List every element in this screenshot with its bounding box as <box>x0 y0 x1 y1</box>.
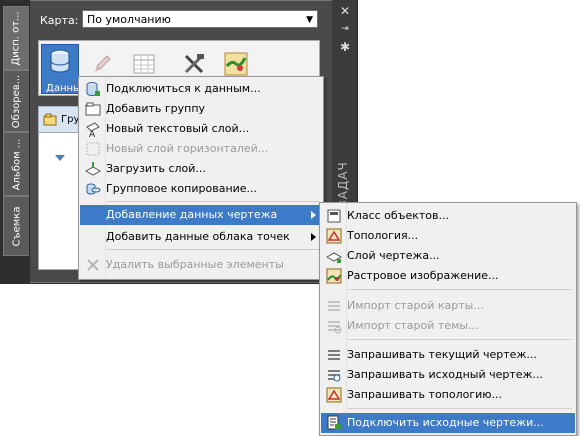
menu-item-label: Добавить группу <box>106 102 206 115</box>
side-tab-survey[interactable]: Съемка <box>3 196 29 256</box>
import-map-icon <box>328 301 340 311</box>
query-source-icon <box>328 370 341 382</box>
attach-drawings-icon <box>327 415 341 430</box>
table-icon <box>133 54 155 74</box>
close-icon[interactable]: ✕ <box>339 5 351 17</box>
menu-item-label: Добавить данные облака точек <box>106 230 290 243</box>
menu-item-add-drawing-data[interactable]: Добавление данных чертежа <box>80 205 322 225</box>
load-layer-icon <box>85 162 101 176</box>
side-tab-label: Обзорев... <box>11 74 22 128</box>
palette-title: ЗАДАЧ <box>336 161 350 208</box>
menu-item-label: Удалить выбранные элементы <box>106 258 284 271</box>
contour-layer-icon <box>86 142 100 156</box>
query-topology-icon <box>326 387 342 403</box>
menu-separator <box>348 408 572 409</box>
map-select[interactable]: По умолчанию ▼ <box>82 10 318 28</box>
submenu-item-query-source[interactable]: Запрашивать исходный чертеж... <box>321 365 575 385</box>
submenu-arrow-icon <box>311 233 316 241</box>
menu-separator <box>348 289 572 290</box>
menu-item-label: Запрашивать исходный чертеж... <box>347 368 543 381</box>
menu-item-bulk-copy[interactable]: Групповое копирование... <box>80 179 322 199</box>
menu-item-load-layer[interactable]: Загрузить слой... <box>80 159 322 179</box>
submenu-item-attach-drawings[interactable]: Подключить исходные чертежи... <box>321 413 575 433</box>
data-button[interactable]: Данны <box>41 44 81 94</box>
chevron-down-icon: ▼ <box>306 15 313 25</box>
submenu-item-object-class[interactable]: Класс объектов... <box>321 206 575 226</box>
brush-icon <box>95 55 111 72</box>
menu-item-label: Запрашивать текущий чертеж... <box>347 348 537 361</box>
data-context-menu: Подключиться к данным... Добавить группу… <box>78 76 324 280</box>
folder-icon <box>85 102 101 116</box>
menu-item-new-text-layer[interactable]: A Новый текстовый слой... <box>80 119 322 139</box>
menu-item-new-contour-layer: Новый слой горизонталей... <box>80 139 322 159</box>
database-connect-icon <box>86 82 100 96</box>
group-icon <box>43 113 57 126</box>
submenu-item-drawing-layer[interactable]: Слой чертежа... <box>321 246 575 266</box>
menu-item-delete-selected: Удалить выбранные элементы <box>80 255 322 275</box>
autohide-icon[interactable]: ⇥ <box>339 23 351 35</box>
menu-item-label: Запрашивать топологию... <box>347 388 503 401</box>
group-tab-label: Гру <box>61 114 80 125</box>
object-class-icon <box>327 209 341 223</box>
menu-item-label: Новый текстовый слой... <box>106 122 250 135</box>
raster-image-icon <box>326 268 342 284</box>
submenu-item-import-map: Импорт старой карты... <box>321 296 575 316</box>
submenu-item-raster-image[interactable]: Растровое изображение... <box>321 266 575 286</box>
menu-item-add-group[interactable]: Добавить группу <box>80 99 322 119</box>
tools-icon <box>184 54 204 74</box>
menu-item-label: Подключиться к данным... <box>106 82 261 95</box>
menu-item-label: Класс объектов... <box>347 209 449 222</box>
menu-item-label: Добавление данных чертежа <box>106 208 278 221</box>
menu-separator <box>107 249 319 250</box>
drawing-layer-icon <box>326 252 342 263</box>
menu-item-add-point-cloud[interactable]: Добавить данные облака точек <box>80 227 322 247</box>
svg-text:A: A <box>89 130 96 137</box>
menu-item-connect[interactable]: Подключиться к данным... <box>80 79 322 99</box>
submenu-item-query-current[interactable]: Запрашивать текущий чертеж... <box>321 345 575 365</box>
map-icon <box>224 52 248 76</box>
side-tab-label: Альбом ... <box>11 138 23 190</box>
side-tab-label: Дисп. от... <box>11 10 22 66</box>
menu-item-label: Новый слой горизонталей... <box>106 142 269 155</box>
menu-separator <box>348 339 572 340</box>
drawing-data-submenu: Класс объектов... Топология... Слой черт… <box>319 202 577 436</box>
query-current-icon <box>328 350 340 360</box>
gear-icon[interactable]: ✱ <box>339 41 351 53</box>
menu-item-label: Растровое изображение... <box>347 269 499 282</box>
menu-item-label: Слой чертежа... <box>347 249 440 262</box>
map-label: Карта: <box>40 14 79 27</box>
submenu-item-import-theme: Импорт старой темы... <box>321 316 575 336</box>
side-tab-label: Съемка <box>11 206 23 246</box>
menu-separator <box>107 201 319 202</box>
expand-triangle-icon[interactable] <box>55 155 65 161</box>
delete-icon <box>87 259 99 271</box>
database-icon <box>50 49 70 73</box>
menu-item-label: Импорт старой темы... <box>347 319 479 332</box>
submenu-item-topology[interactable]: Топология... <box>321 226 575 246</box>
submenu-arrow-icon <box>311 211 316 219</box>
text-layer-icon: A <box>86 122 100 137</box>
menu-item-label: Подключить исходные чертежи... <box>347 416 544 429</box>
menu-item-label: Топология... <box>347 229 419 242</box>
side-tab-album[interactable]: Альбом ... <box>3 132 29 196</box>
palette-side-tabs: Дисп. от... Обзорев... Альбом ... Съемка <box>0 0 30 283</box>
map-select-value: По умолчанию <box>87 13 171 26</box>
import-theme-icon <box>328 321 342 334</box>
data-button-label: Данны <box>46 83 81 94</box>
menu-item-label: Групповое копирование... <box>106 182 258 195</box>
bulk-copy-icon <box>86 183 101 195</box>
topology-icon <box>326 228 342 244</box>
side-tab-browser[interactable]: Обзорев... <box>3 70 29 132</box>
menu-item-label: Импорт старой карты... <box>347 299 484 312</box>
side-tab-display-manager[interactable]: Дисп. от... <box>3 6 29 70</box>
menu-item-label: Загрузить слой... <box>106 162 206 175</box>
submenu-item-query-topology[interactable]: Запрашивать топологию... <box>321 385 575 405</box>
